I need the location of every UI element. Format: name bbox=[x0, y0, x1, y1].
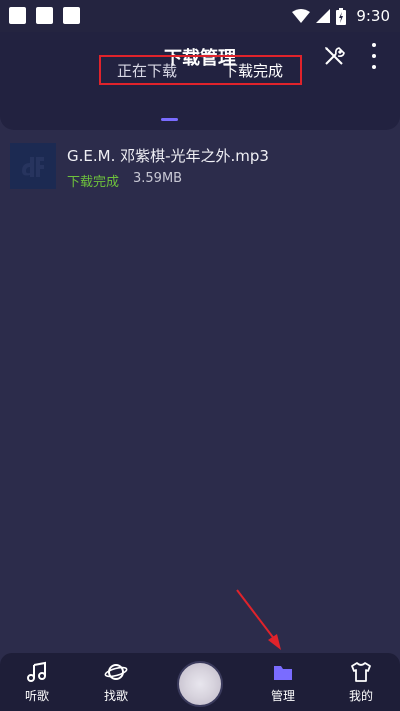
signal-icon bbox=[316, 9, 331, 23]
wifi-icon bbox=[292, 9, 311, 23]
arrow-annotation bbox=[236, 589, 281, 650]
nav-label: 听歌 bbox=[24, 689, 49, 703]
tools-icon[interactable] bbox=[322, 44, 346, 68]
status-bar: 9:30 bbox=[0, 0, 400, 32]
app-logo-icon bbox=[22, 157, 44, 177]
battery-icon bbox=[336, 7, 347, 25]
bottom-nav: 听歌 找歌 管理 我的 bbox=[0, 653, 400, 711]
download-status: 下载完成 bbox=[67, 175, 120, 190]
list-item[interactable]: G.E.M. 邓紫棋-光年之外.mp3 下载完成 3.59MB bbox=[10, 143, 390, 191]
notification-icon bbox=[36, 7, 53, 24]
tab-downloading[interactable]: 正在下载 bbox=[117, 60, 177, 81]
now-playing-disc[interactable] bbox=[177, 661, 223, 707]
planet-icon bbox=[104, 664, 128, 680]
nav-label: 找歌 bbox=[103, 689, 128, 703]
song-thumbnail bbox=[10, 143, 56, 189]
notification-icon bbox=[9, 7, 26, 24]
nav-label: 管理 bbox=[270, 689, 295, 703]
nav-label: 我的 bbox=[348, 689, 373, 703]
nav-item-listen[interactable]: 听歌 bbox=[7, 653, 67, 711]
nav-item-manage[interactable]: 管理 bbox=[253, 653, 313, 711]
file-size: 3.59MB bbox=[133, 171, 183, 186]
folder-icon bbox=[274, 666, 292, 680]
tab-indicator bbox=[161, 118, 178, 121]
music-note-icon bbox=[27, 661, 46, 682]
more-options-icon[interactable] bbox=[368, 43, 380, 69]
nav-item-mine[interactable]: 我的 bbox=[331, 653, 391, 711]
tab-download-complete[interactable]: 下载完成 bbox=[223, 60, 283, 81]
status-indicators: 9:30 bbox=[292, 6, 390, 26]
nav-item-find[interactable]: 找歌 bbox=[86, 653, 146, 711]
notification-icon bbox=[63, 7, 80, 24]
shirt-icon bbox=[351, 662, 371, 682]
song-name: G.E.M. 邓紫棋-光年之外.mp3 bbox=[67, 147, 269, 165]
clock: 9:30 bbox=[356, 7, 390, 25]
